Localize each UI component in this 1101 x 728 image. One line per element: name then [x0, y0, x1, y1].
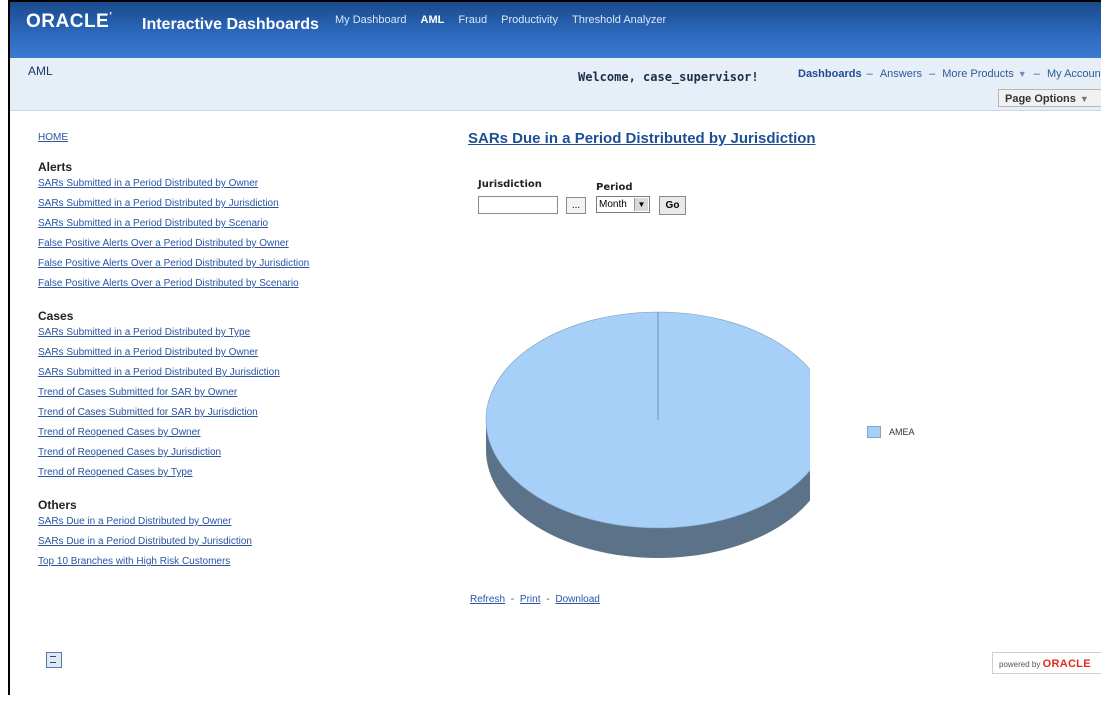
dashboard-tabs: My Dashboard AML Fraud Productivity Thre…: [335, 14, 666, 26]
app-frame: ORACLE’ Interactive Dashboards My Dashbo…: [8, 0, 1101, 695]
tab-aml[interactable]: AML: [421, 14, 445, 26]
sidebar-link[interactable]: SARs Submitted in a Period Distributed b…: [38, 216, 398, 232]
section-title-others: Others: [38, 498, 77, 512]
context-title: AML: [28, 64, 53, 78]
powered-by-text: powered by: [999, 660, 1041, 669]
section-title-alerts: Alerts: [38, 160, 73, 174]
sidebar-link[interactable]: False Positive Alerts Over a Period Dist…: [38, 236, 398, 252]
answers-link[interactable]: Answers: [880, 68, 922, 80]
sidebar-link[interactable]: False Positive Alerts Over a Period Dist…: [38, 276, 398, 292]
period-value: Month: [599, 199, 627, 210]
chevron-down-icon: ▼: [634, 198, 648, 211]
pie-chart-svg: [485, 311, 831, 558]
sidebar-link[interactable]: Trend of Reopened Cases by Owner: [38, 425, 398, 441]
sidebar: HOME Alerts SARs Submitted in a Period D…: [38, 132, 398, 570]
print-link[interactable]: Print: [520, 594, 541, 605]
page-options-button[interactable]: Page Options ▼: [998, 89, 1101, 107]
sidebar-link[interactable]: SARs Due in a Period Distributed by Juri…: [38, 534, 398, 550]
more-products-link[interactable]: More Products: [942, 68, 1014, 80]
separator: –: [866, 68, 873, 80]
separator: -: [510, 594, 515, 605]
period-select[interactable]: Month ▼: [596, 196, 650, 213]
dashboards-link[interactable]: Dashboards: [798, 68, 862, 80]
tab-threshold-analyzer[interactable]: Threshold Analyzer: [572, 14, 666, 26]
report-links: Refresh - Print - Download: [470, 594, 600, 605]
sidebar-link[interactable]: Trend of Reopened Cases by Jurisdiction: [38, 445, 398, 461]
home-link[interactable]: HOME: [38, 132, 398, 143]
sidebar-link[interactable]: SARs Due in a Period Distributed by Owne…: [38, 514, 398, 530]
brand-text: ORACLE: [26, 11, 110, 32]
tab-productivity[interactable]: Productivity: [501, 14, 558, 26]
sidebar-link[interactable]: SARs Submitted in a Period Distributed b…: [38, 345, 398, 361]
report-title[interactable]: SARs Due in a Period Distributed by Juri…: [468, 130, 816, 147]
separator: -: [546, 594, 550, 605]
legend-label: AMEA: [889, 427, 915, 437]
section-title-cases: Cases: [38, 309, 74, 323]
top-banner: ORACLE’ Interactive Dashboards My Dashbo…: [10, 2, 1101, 58]
sidebar-link[interactable]: False Positive Alerts Over a Period Dist…: [38, 256, 398, 272]
tab-my-dashboard[interactable]: My Dashboard: [335, 14, 407, 26]
sidebar-link[interactable]: Trend of Cases Submitted for SAR by Owne…: [38, 385, 398, 401]
sidebar-link[interactable]: Trend of Cases Submitted for SAR by Juri…: [38, 405, 398, 421]
sidebar-link[interactable]: SARs Submitted in a Period Distributed b…: [38, 325, 398, 341]
product-name: Interactive Dashboards: [142, 16, 319, 33]
page-options-label: Page Options: [1005, 93, 1076, 105]
jurisdiction-label: Jurisdiction: [478, 179, 542, 190]
chart-legend: AMEA: [867, 426, 915, 438]
sidebar-link[interactable]: SARs Submitted in a Period Distributed B…: [38, 365, 398, 381]
sidebar-link[interactable]: Top 10 Branches with High Risk Customers: [38, 554, 398, 570]
powered-by-brand: ORACLE: [1042, 658, 1091, 670]
print-preview-icon[interactable]: [46, 652, 62, 668]
go-button[interactable]: Go: [659, 196, 686, 215]
refresh-link[interactable]: Refresh: [470, 594, 505, 605]
my-account-link[interactable]: My Account: [1047, 68, 1101, 80]
context-bar: AML Welcome, case_supervisor! Dashboards…: [10, 58, 1101, 111]
separator: –: [1033, 68, 1040, 80]
chevron-down-icon: ▼: [1079, 94, 1089, 104]
tab-fraud[interactable]: Fraud: [458, 14, 487, 26]
pie-chart: [470, 302, 831, 567]
global-links: Dashboards – Answers – More Products ▼ – …: [798, 68, 1101, 80]
welcome-message: Welcome, case_supervisor!: [578, 70, 759, 84]
oracle-logo: ORACLE’: [26, 11, 113, 32]
jurisdiction-input[interactable]: [478, 196, 558, 214]
sidebar-link[interactable]: SARs Submitted in a Period Distributed b…: [38, 196, 398, 212]
powered-by-badge: powered by ORACLE: [992, 652, 1101, 674]
download-link[interactable]: Download: [555, 594, 599, 605]
legend-swatch: [867, 426, 881, 438]
sidebar-link[interactable]: Trend of Reopened Cases by Type: [38, 465, 398, 481]
sidebar-link[interactable]: SARs Submitted in a Period Distributed b…: [38, 176, 398, 192]
chevron-down-icon[interactable]: ▼: [1018, 69, 1027, 79]
jurisdiction-browse-button[interactable]: ...: [566, 197, 586, 214]
period-label: Period: [596, 182, 633, 193]
separator: –: [929, 68, 936, 80]
